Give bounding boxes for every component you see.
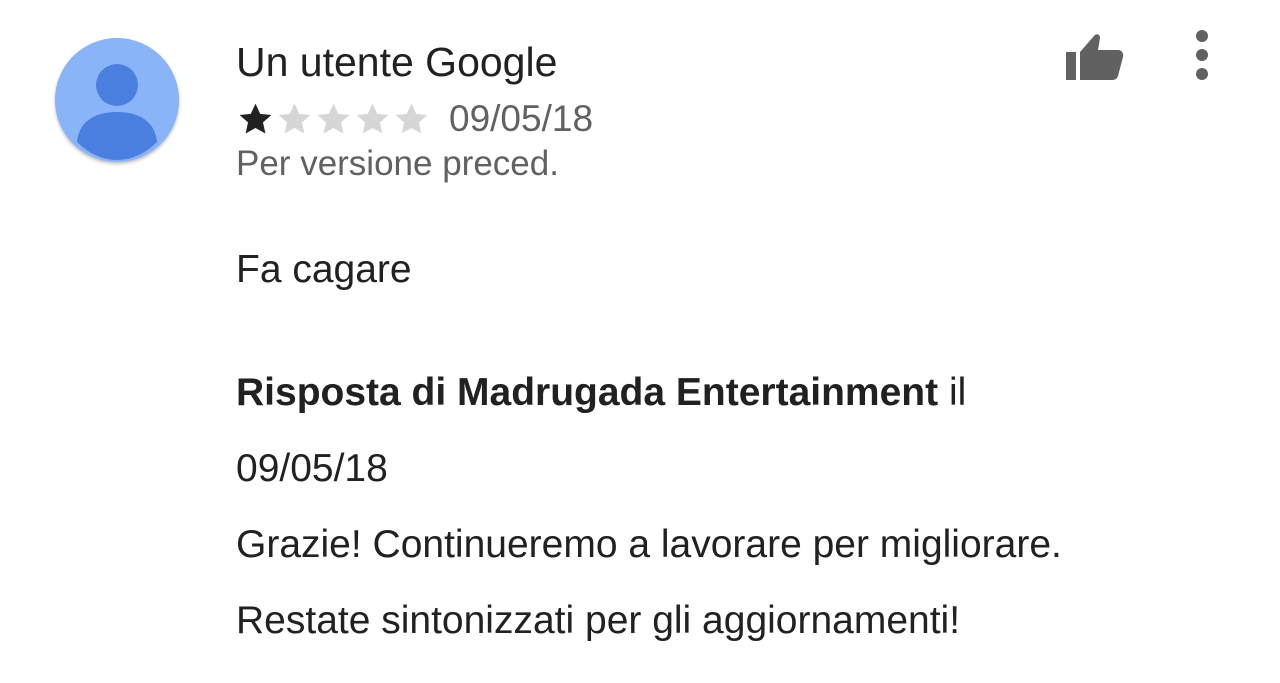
review-date: 09/05/18	[449, 98, 594, 139]
more-options-button[interactable]	[1186, 28, 1218, 82]
star-icon	[392, 100, 431, 139]
reply-prefix: Risposta di	[236, 371, 447, 414]
thumb-up-icon	[1066, 34, 1124, 80]
review-author: Un utente Google	[236, 39, 558, 85]
reply-header: Risposta di Madrugada Entertainment il	[236, 355, 1236, 431]
star-rating	[236, 100, 431, 139]
more-vert-icon	[1196, 30, 1208, 80]
star-icon	[314, 100, 353, 139]
review-text: Fa cagare	[236, 248, 412, 291]
reply-developer-name: Madrugada Entertainment	[457, 371, 939, 414]
reply-connector: il	[948, 371, 967, 414]
developer-reply: Risposta di Madrugada Entertainment il 0…	[236, 355, 1236, 659]
version-note: Per versione preced.	[236, 144, 559, 183]
avatar	[55, 38, 179, 162]
thumb-up-button[interactable]	[1064, 30, 1126, 82]
default-user-avatar-icon	[55, 38, 179, 162]
rating-row: 09/05/18	[236, 97, 593, 141]
star-icon	[236, 100, 275, 139]
reply-date: 09/05/18	[236, 447, 388, 490]
reply-text-line-1: Grazie! Continueremo a lavorare per migl…	[236, 523, 1062, 566]
review-card: Un utente Google 09/05/18 Per versione p…	[0, 0, 1280, 683]
star-icon	[353, 100, 392, 139]
star-icon	[275, 100, 314, 139]
reply-text-line-2: Restate sintonizzati per gli aggiornamen…	[236, 599, 961, 642]
